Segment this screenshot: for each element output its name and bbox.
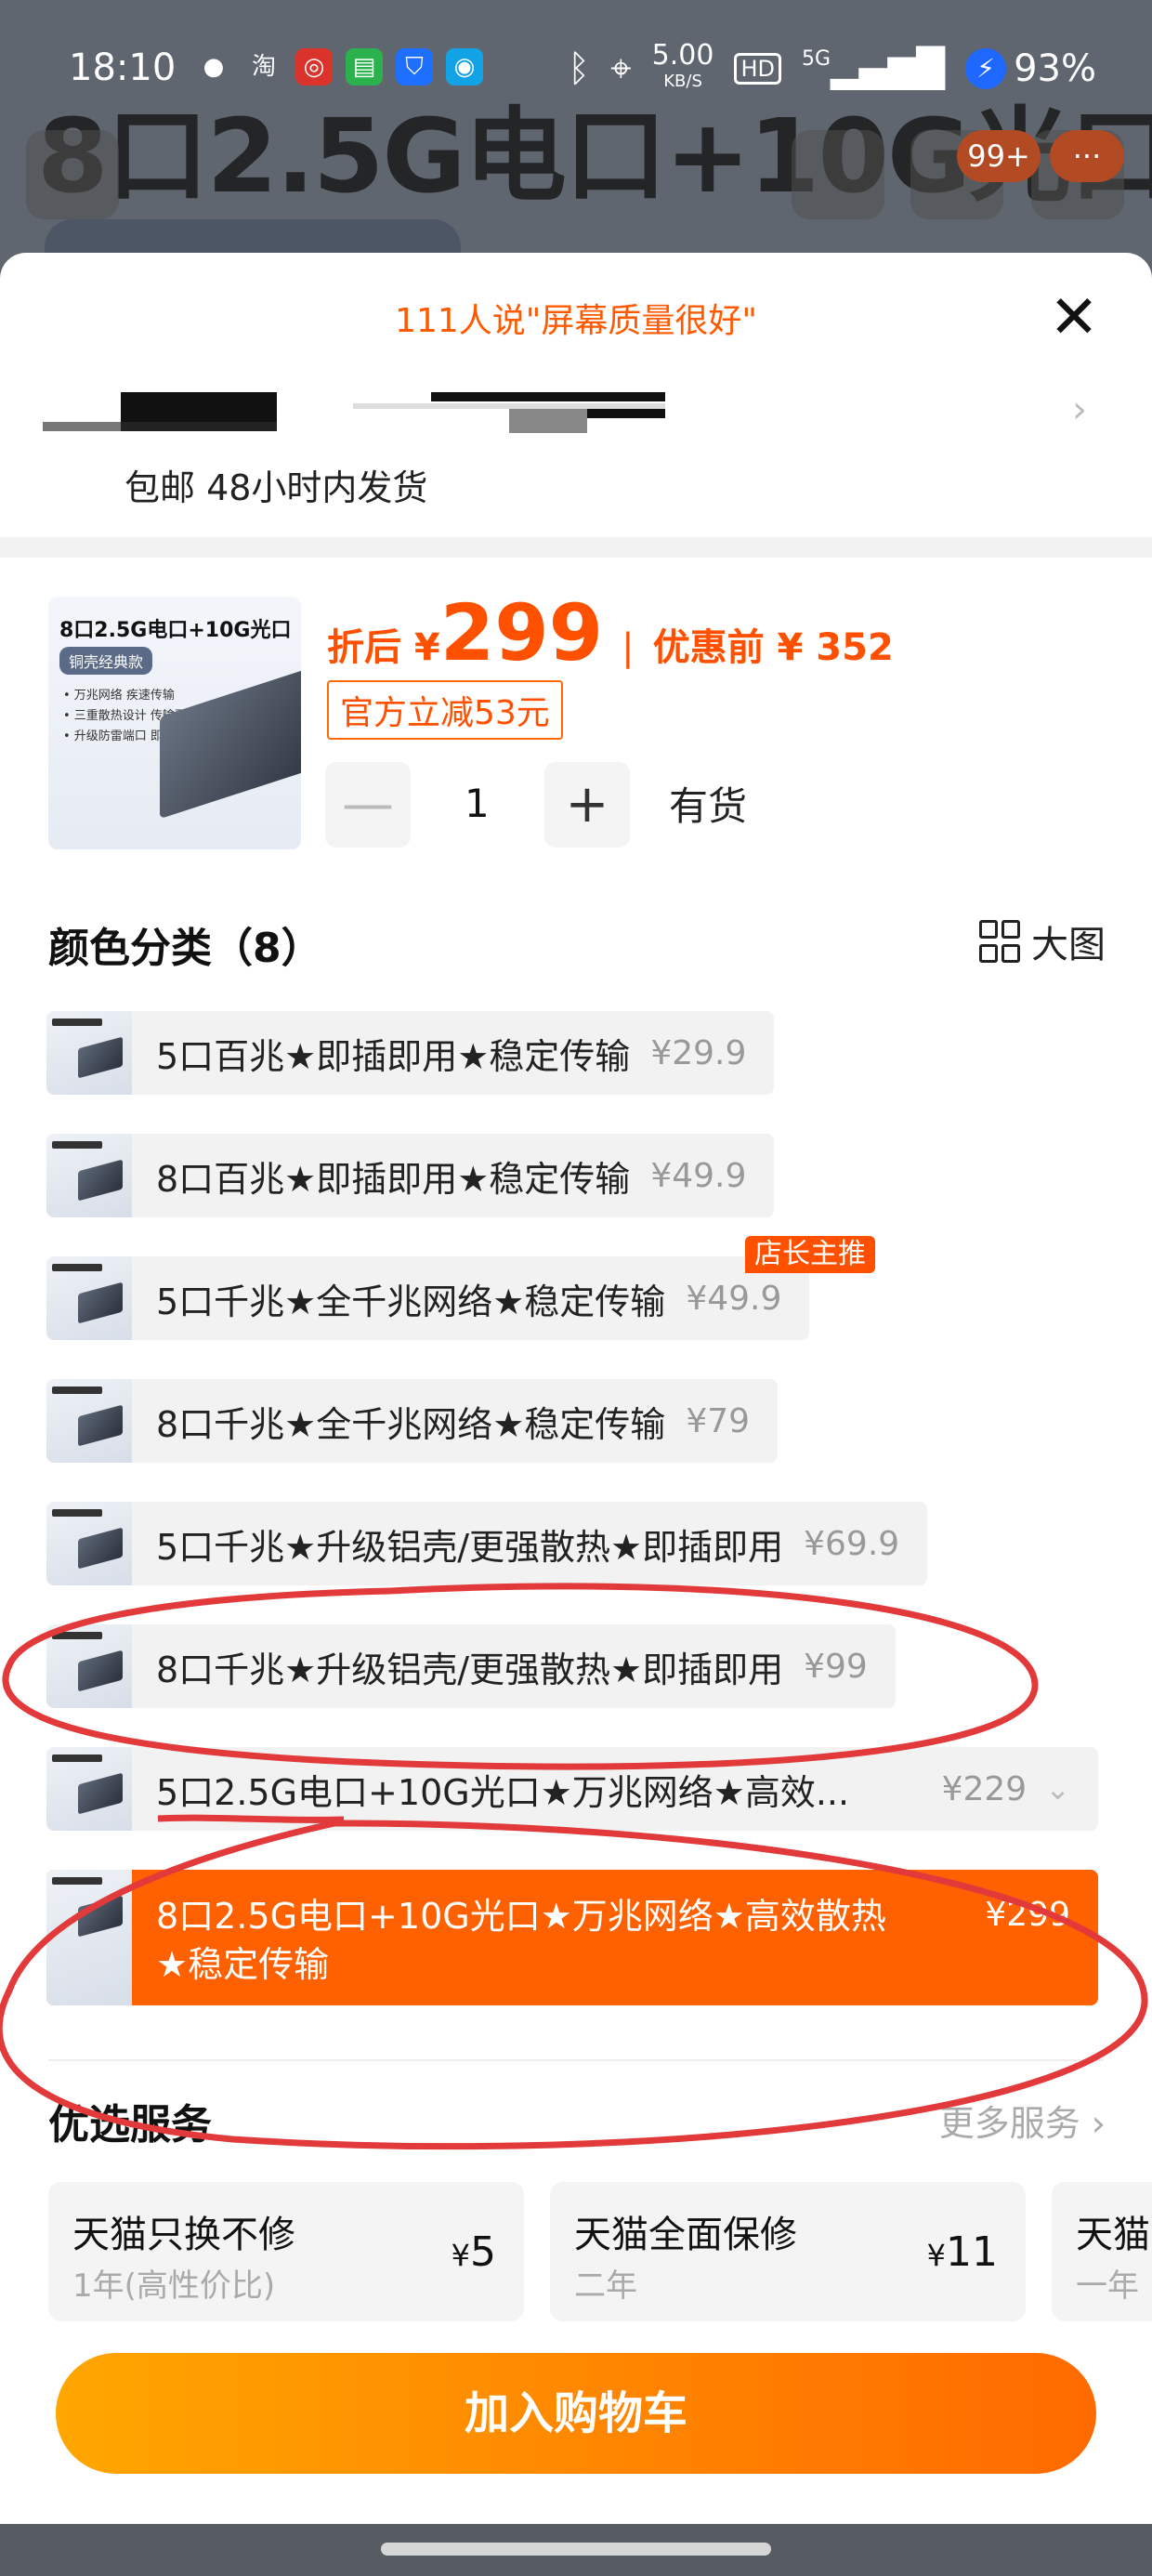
option-thumbnail: [46, 1379, 132, 1463]
shipping-info: 包邮 48小时内发货: [124, 467, 428, 508]
option-price: ¥99: [804, 1647, 868, 1686]
option-price: ¥49.9: [650, 1156, 747, 1195]
color-option[interactable]: 8口千兆★升级铝壳/更强散热★即插即用 ¥99: [46, 1624, 896, 1708]
divider: [48, 2059, 1104, 2061]
option-name-line1: 8口2.5G电口+10G光口★万兆网络★高效散热: [156, 1896, 886, 1937]
option-name: 8口千兆★升级铝壳/更强散热★即插即用: [156, 1649, 784, 1690]
product-thumbnail[interactable]: 8口2.5G电口+10G光口 铜壳经典款 • 万兆网络 疾速传输 • 三重散热设…: [48, 597, 301, 849]
option-thumbnail: [46, 1747, 132, 1831]
stock-status: 有货: [669, 783, 748, 829]
service-card[interactable]: 天猫全面保修 二年 ¥11: [550, 2182, 1026, 2321]
option-name: 8口千兆★全千兆网络★稳定传输: [156, 1403, 666, 1445]
service-term: 一年: [1076, 2267, 1139, 2305]
option-thumbnail: [46, 1256, 132, 1340]
option-thumbnail: [46, 1870, 132, 2005]
option-name: 5口千兆★全千兆网络★稳定传输: [156, 1281, 666, 1322]
service-price-value: 5: [470, 2228, 496, 2276]
sku-selector-sheet: 111人说"屏幕质量很好" ✕ › 包邮 48小时内发货 8口2.5G电口+10…: [0, 253, 1152, 2576]
quantity-plus-button[interactable]: +: [544, 762, 630, 848]
network-type: 5G: [802, 47, 831, 71]
add-to-cart-button[interactable]: 加入购物车: [56, 2353, 1096, 2474]
service-term: 二年: [574, 2267, 637, 2305]
price-label: 折后 ¥: [327, 626, 440, 669]
net-speed-value: 5.00: [651, 39, 714, 72]
color-option[interactable]: 8口千兆★全千兆网络★稳定传输 ¥79: [46, 1379, 779, 1463]
color-option[interactable]: 5口千兆★全千兆网络★稳定传输 ¥49.9 店长主推: [46, 1236, 875, 1340]
currency: ¥: [926, 2238, 946, 2273]
option-price: ¥69.9: [804, 1524, 900, 1563]
review-banner: 111人说"屏幕质量很好": [395, 302, 757, 340]
color-option[interactable]: 8口百兆★即插即用★稳定传输 ¥49.9: [46, 1134, 775, 1217]
quantity-minus-button[interactable]: —: [325, 762, 411, 848]
option-thumbnail: [46, 1134, 132, 1217]
back-button[interactable]: [26, 130, 119, 219]
cart-badge: 99+: [957, 130, 1041, 182]
service-name: 天猫全面保修: [574, 2214, 797, 2256]
more-services-link[interactable]: 更多服务 ›: [939, 2095, 1106, 2146]
home-indicator[interactable]: [381, 2543, 771, 2556]
option-price: ¥79: [686, 1401, 751, 1440]
price-value: 299: [439, 587, 604, 678]
close-button[interactable]: ✕: [1037, 281, 1111, 355]
service-card[interactable]: 天猫 一年: [1052, 2182, 1152, 2321]
original-price: 优惠前 ¥ 352: [652, 626, 894, 669]
option-name-line2: ★稳定传输: [156, 1944, 330, 1985]
redacted-block: [43, 392, 277, 431]
thumb-tag: 铜壳经典款: [59, 647, 153, 675]
option-price: ¥29.9: [650, 1033, 747, 1072]
chevron-down-icon[interactable]: ⌄: [1045, 1771, 1070, 1807]
color-option[interactable]: 5口百兆★即插即用★稳定传输 ¥29.9: [46, 1011, 775, 1095]
option-price: ¥229: [941, 1769, 1028, 1808]
currency: ¥: [451, 2238, 470, 2273]
option-name: 8口百兆★即插即用★稳定传输: [156, 1158, 631, 1200]
recommended-badge: 店长主推: [745, 1236, 875, 1273]
price-line: 折后 ¥299 | 优惠前 ¥ 352: [327, 587, 894, 678]
option-name: 8口2.5G电口+10G光口★万兆网络★高效散热 ★稳定传输: [156, 1892, 886, 1989]
chevron-right-icon[interactable]: ›: [1072, 388, 1087, 431]
color-section-title: 颜色分类（8）: [48, 925, 322, 972]
quantity-value[interactable]: 1: [465, 781, 490, 826]
service-card[interactable]: 天猫只换不修 1年(高性价比) ¥5: [48, 2182, 524, 2321]
color-option[interactable]: 5口2.5G电口+10G光口★万兆网络★高效... ¥229 ⌄: [46, 1747, 1098, 1831]
big-image-label: 大图: [1031, 924, 1106, 966]
option-thumbnail: [46, 1624, 132, 1708]
grid-icon: [979, 920, 1020, 963]
color-option[interactable]: 5口千兆★升级铝壳/更强散热★即插即用 ¥69.9: [46, 1502, 928, 1585]
more-dots-icon: ···: [1050, 130, 1124, 182]
thumb-title: 8口2.5G电口+10G光口: [59, 619, 292, 642]
option-thumbnail: [46, 1011, 132, 1095]
big-image-toggle[interactable]: 大图: [979, 914, 1106, 968]
discount-tag: 官方立减53元: [327, 680, 563, 740]
option-name: 5口百兆★即插即用★稳定传输: [156, 1035, 631, 1077]
color-option-selected[interactable]: 8口2.5G电口+10G光口★万兆网络★高效散热 ★稳定传输 ¥299: [46, 1870, 1098, 2005]
service-price-value: 11: [946, 2228, 998, 2276]
share-button[interactable]: [792, 130, 884, 219]
redacted-block: [353, 392, 665, 433]
service-price: ¥11: [927, 2228, 998, 2276]
services-title: 优选服务: [48, 2101, 212, 2149]
service-price: ¥5: [452, 2228, 496, 2276]
option-price: ¥299: [985, 1896, 1070, 1934]
option-name: 5口千兆★升级铝壳/更强散热★即插即用: [156, 1526, 784, 1568]
divider: [0, 537, 1152, 558]
option-name: 5口2.5G电口+10G光口★万兆网络★高效...: [156, 1771, 850, 1813]
option-price: ¥49.9: [686, 1279, 782, 1318]
service-term: 1年(高性价比): [72, 2267, 276, 2305]
price-separator: |: [622, 626, 635, 669]
service-name: 天猫只换不修: [72, 2214, 295, 2256]
option-thumbnail: [46, 1502, 132, 1585]
thumb-bullet: • 万兆网络 疾速传输: [63, 689, 175, 703]
service-name: 天猫: [1076, 2214, 1150, 2256]
